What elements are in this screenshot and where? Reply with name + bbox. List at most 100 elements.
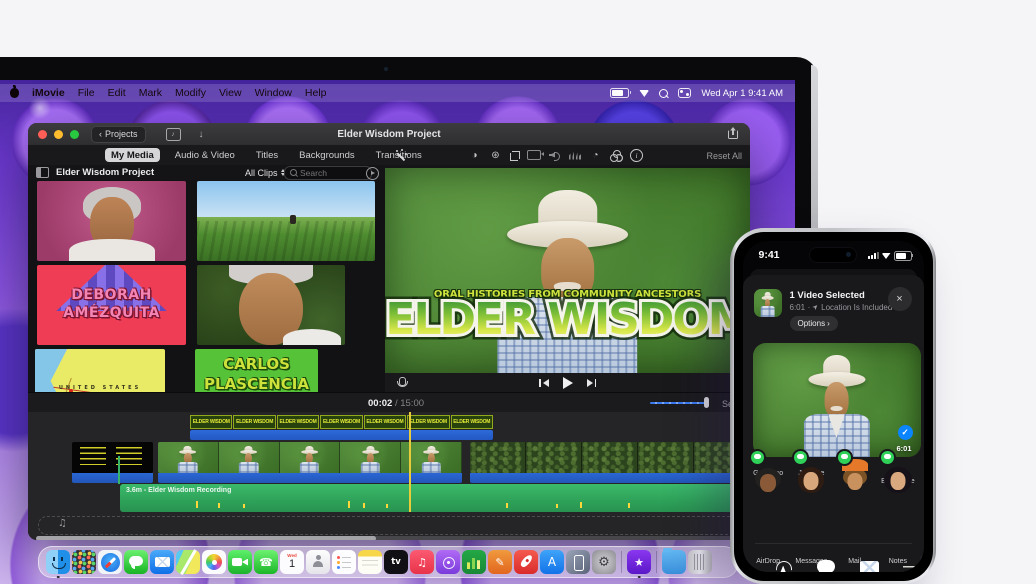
- menu-help[interactable]: Help: [305, 87, 327, 99]
- clip-interview-woman-pink[interactable]: [37, 181, 186, 261]
- voiceover-audio-clip[interactable]: 3.6m - Elder Wisdom Recording: [120, 484, 750, 512]
- menu-view[interactable]: View: [219, 87, 242, 99]
- volume-icon[interactable]: [549, 151, 561, 160]
- menu-modify[interactable]: Modify: [175, 87, 206, 99]
- menu-file[interactable]: File: [78, 87, 95, 99]
- clip-interview-woman-closeup[interactable]: [197, 265, 345, 345]
- menu-mark[interactable]: Mark: [139, 87, 162, 99]
- dock-icon-imovie[interactable]: ★: [627, 550, 651, 574]
- dock-icon-finder[interactable]: [46, 550, 70, 574]
- dock-icon-trash[interactable]: [688, 550, 712, 574]
- media-browser-icon[interactable]: ♪: [166, 128, 181, 141]
- dock-icon-phone[interactable]: ☎: [254, 550, 278, 574]
- dock-icon-messages[interactable]: [124, 550, 148, 574]
- credits-audio-strip[interactable]: [72, 473, 153, 483]
- search-input[interactable]: Search: [284, 166, 372, 180]
- share-app-notes[interactable]: Notes: [876, 553, 919, 572]
- dock-icon-photos[interactable]: [202, 550, 226, 574]
- timeline-zoom-handle[interactable]: [704, 397, 709, 408]
- zoom-window-button[interactable]: [70, 130, 79, 139]
- dock-icon-podcasts[interactable]: [436, 550, 460, 574]
- dock-icon-facetime[interactable]: [228, 550, 252, 574]
- dock-icon-downloads-folder[interactable]: [662, 550, 686, 574]
- stabilization-icon[interactable]: [527, 150, 541, 160]
- close-window-button[interactable]: [38, 130, 47, 139]
- sidebar-toggle-icon[interactable]: [36, 167, 49, 178]
- apple-menu-icon[interactable]: [10, 88, 19, 98]
- previous-frame-button[interactable]: [539, 379, 549, 387]
- speed-icon[interactable]: ◔: [589, 150, 602, 161]
- dock-icon-mail[interactable]: [150, 550, 174, 574]
- dock-icon-contacts[interactable]: [306, 550, 330, 574]
- farm-audio-strip[interactable]: [470, 473, 750, 483]
- clip-filter-icon[interactable]: [610, 150, 622, 160]
- menu-edit[interactable]: Edit: [108, 87, 126, 99]
- contact-leticia[interactable]: LeticiaIbarra: [833, 465, 876, 537]
- dock-icon-safari[interactable]: [98, 550, 122, 574]
- clip-title-card-carlos[interactable]: CARLOS PLASCENCIA: [195, 349, 318, 392]
- auto-enhance-icon[interactable]: [395, 150, 407, 162]
- options-button[interactable]: Options ›: [790, 316, 838, 331]
- voiceover-mic-icon[interactable]: [399, 377, 406, 386]
- import-media-icon[interactable]: ↓: [199, 129, 204, 140]
- dock-icon-system-settings[interactable]: ⚙: [592, 550, 616, 574]
- dock-icon-numbers[interactable]: [462, 550, 486, 574]
- tab-titles[interactable]: Titles: [250, 148, 284, 162]
- menu-clock[interactable]: Wed Apr 1 9:41 AM: [701, 88, 783, 99]
- clip-farm-field[interactable]: [197, 181, 375, 261]
- next-frame-button[interactable]: [587, 379, 597, 387]
- info-icon[interactable]: i: [630, 149, 643, 162]
- timeline-scrollbar-thumb[interactable]: [36, 536, 376, 540]
- menu-window[interactable]: Window: [255, 87, 292, 99]
- timeline-zoom-slider[interactable]: [650, 402, 707, 404]
- share-app-messages[interactable]: Messages: [790, 553, 833, 572]
- title-clip-row[interactable]: ELDER WISDOM ELDER WISDOM ELDER WISDOM E…: [190, 415, 493, 429]
- dock-icon-iphone-mirroring[interactable]: [566, 550, 590, 574]
- viewer-video[interactable]: ORAL HISTORIES FROM COMMUNITY ANCESTORS …: [385, 168, 750, 373]
- dock-icon-launchpad[interactable]: [72, 550, 96, 574]
- interview-audio-strip[interactable]: [158, 473, 462, 483]
- color-correction-icon[interactable]: ⊛: [489, 150, 502, 161]
- dock-icon-notes[interactable]: [358, 550, 382, 574]
- tab-my-media[interactable]: My Media: [105, 148, 160, 162]
- video-preview-card[interactable]: ✓ 6:01: [753, 343, 921, 457]
- clips-filter-dropdown[interactable]: All Clips: [245, 168, 285, 178]
- menu-imovie[interactable]: iMovie: [32, 87, 65, 99]
- minimize-window-button[interactable]: [54, 130, 63, 139]
- share-icon[interactable]: [728, 129, 738, 139]
- circled-play-icon[interactable]: [366, 167, 379, 180]
- dock-icon-tv[interactable]: tv: [384, 550, 408, 574]
- noise-reduction-icon[interactable]: [569, 151, 581, 160]
- battery-icon[interactable]: [610, 88, 629, 98]
- tab-backgrounds[interactable]: Backgrounds: [293, 148, 360, 162]
- dock-icon-music[interactable]: ♫: [410, 550, 434, 574]
- share-app-mail[interactable]: Mail: [833, 553, 876, 572]
- play-button[interactable]: [563, 377, 573, 389]
- dock-icon-calendar[interactable]: Wed1: [280, 550, 304, 574]
- clip-map-united-states[interactable]: UNITED STATES: [35, 349, 165, 392]
- close-button[interactable]: ×: [888, 287, 912, 311]
- clip-title-card-deborah[interactable]: DEBORAH AMÉZQUITA: [37, 265, 186, 345]
- contact-guillermo[interactable]: GuillermoCastillo: [747, 465, 790, 537]
- timeline-clip-farm[interactable]: [470, 442, 750, 473]
- share-app-airdrop[interactable]: AirDrop: [747, 553, 790, 572]
- timeline-clip-interview[interactable]: [158, 442, 462, 473]
- dock-icon-maps[interactable]: [176, 550, 200, 574]
- timeline-clip-credits[interactable]: [72, 442, 153, 473]
- dock-icon-rocket-app[interactable]: [514, 550, 538, 574]
- control-center-icon[interactable]: [678, 88, 691, 98]
- back-to-projects-button[interactable]: ‹ Projects: [91, 126, 146, 143]
- dock-icon-app-store[interactable]: A: [540, 550, 564, 574]
- crop-icon[interactable]: [510, 151, 519, 160]
- dock-icon-reminders[interactable]: [332, 550, 356, 574]
- playhead[interactable]: [409, 412, 411, 512]
- reset-all-button[interactable]: Reset All: [706, 151, 742, 161]
- dock-icon-pages[interactable]: ✎: [488, 550, 512, 574]
- contact-maria[interactable]: MaríaBenavente: [876, 465, 919, 537]
- color-balance-icon[interactable]: ◑: [468, 150, 481, 161]
- title-clip-bar[interactable]: [190, 430, 493, 440]
- background-music-lane[interactable]: [38, 516, 750, 535]
- contact-jasmine[interactable]: JasmineGarcia: [790, 465, 833, 537]
- spotlight-icon[interactable]: [659, 89, 668, 98]
- tab-audio-video[interactable]: Audio & Video: [169, 148, 241, 162]
